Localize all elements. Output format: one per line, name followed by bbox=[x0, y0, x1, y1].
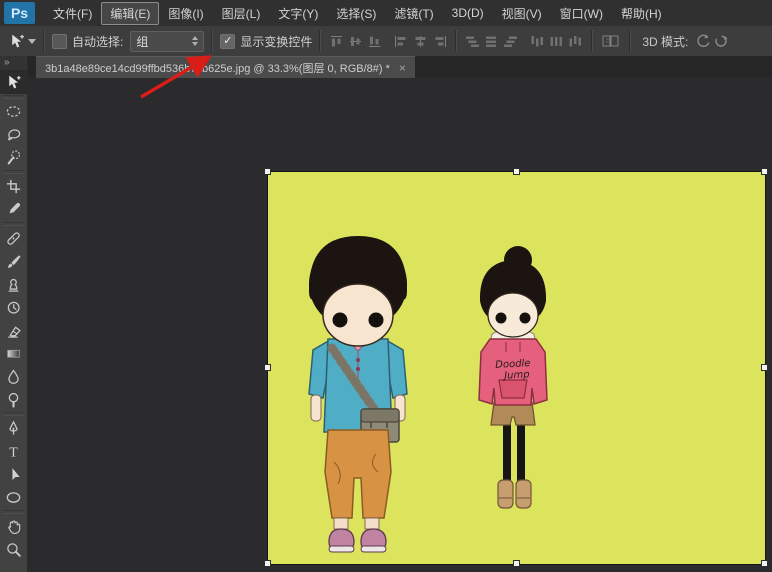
transform-handle-top-center[interactable] bbox=[513, 168, 520, 175]
chevron-down-icon bbox=[28, 39, 36, 44]
dropdown-value: 组 bbox=[136, 33, 148, 50]
menu-view[interactable]: 视图(V) bbox=[493, 2, 551, 25]
divider bbox=[3, 170, 24, 174]
tool-brush[interactable] bbox=[0, 250, 27, 273]
double-arrow-icon: » bbox=[4, 57, 11, 68]
tab-close-icon[interactable]: × bbox=[399, 61, 406, 75]
menu-bar: Ps 文件(F) 编辑(E) 图像(I) 图层(L) 文字(Y) 选择(S) 滤… bbox=[0, 0, 772, 27]
align-vertical-centers-icon[interactable] bbox=[347, 34, 364, 49]
divider bbox=[455, 30, 457, 52]
tool-spot-healing-brush[interactable] bbox=[0, 227, 27, 250]
align-horizontal-centers-icon[interactable] bbox=[412, 34, 429, 49]
photoshop-window: Ps 文件(F) 编辑(E) 图像(I) 图层(L) 文字(Y) 选择(S) 滤… bbox=[0, 0, 772, 572]
boy-character bbox=[309, 236, 407, 552]
transform-handle-top-left[interactable] bbox=[264, 168, 271, 175]
transform-handle-bottom-right[interactable] bbox=[761, 560, 768, 567]
document-tab-title: 3b1a48e89ce14cd99ffbd536b7cb625e.jpg @ 3… bbox=[45, 60, 390, 76]
divider bbox=[3, 412, 24, 416]
tool-elliptical-marquee[interactable] bbox=[0, 100, 27, 123]
menu-filter[interactable]: 滤镜(T) bbox=[385, 2, 442, 25]
canvas-area[interactable]: Doodle Jump bbox=[28, 78, 772, 572]
document-tab[interactable]: 3b1a48e89ce14cd99ffbd536b7cb625e.jpg @ 3… bbox=[36, 56, 415, 78]
options-bar: 自动选择: 组 ✓ 显示变换控件 bbox=[0, 26, 772, 57]
distribute-buttons bbox=[464, 34, 584, 49]
photoshop-logo: Ps bbox=[4, 2, 35, 24]
auto-select-target-dropdown[interactable]: 组 bbox=[130, 31, 204, 52]
distribute-horizontal-centers-icon[interactable] bbox=[548, 34, 565, 49]
tool-lasso[interactable] bbox=[0, 123, 27, 146]
tool-path-selection[interactable] bbox=[0, 463, 27, 486]
auto-select-checkbox[interactable] bbox=[52, 34, 67, 49]
auto-align-layers-icon[interactable] bbox=[600, 33, 622, 49]
drawing-two-characters: Doodle Jump bbox=[268, 172, 765, 564]
show-transform-label: 显示变换控件 bbox=[240, 33, 312, 50]
tool-eyedropper[interactable] bbox=[0, 198, 27, 221]
tool-ellipse-shape[interactable] bbox=[0, 486, 27, 509]
show-transform-checkbox[interactable]: ✓ bbox=[220, 34, 235, 49]
tool-blur[interactable] bbox=[0, 365, 27, 388]
tool-dodge[interactable] bbox=[0, 388, 27, 411]
girl-character: Doodle Jump bbox=[479, 246, 547, 508]
auto-select-option[interactable]: 自动选择: bbox=[52, 33, 123, 50]
dropdown-stepper-icon bbox=[192, 36, 198, 46]
divider bbox=[3, 222, 24, 226]
align-bottom-edges-icon[interactable] bbox=[366, 34, 383, 49]
divider bbox=[43, 30, 45, 52]
transform-handle-bottom-left[interactable] bbox=[264, 560, 271, 567]
divider bbox=[629, 30, 631, 52]
document-image[interactable]: Doodle Jump bbox=[268, 172, 765, 564]
tool-preset-picker[interactable] bbox=[8, 33, 36, 50]
document-tab-bar: 3b1a48e89ce14cd99ffbd536b7cb625e.jpg @ 3… bbox=[28, 56, 772, 78]
tool-pen[interactable] bbox=[0, 417, 27, 440]
menu-edit[interactable]: 编辑(E) bbox=[101, 2, 159, 25]
tool-quick-selection[interactable] bbox=[0, 146, 27, 169]
divider bbox=[319, 30, 321, 52]
hoodie-text-line2: Jump bbox=[502, 369, 530, 381]
align-top-edges-icon[interactable] bbox=[328, 34, 345, 49]
transform-handle-middle-right[interactable] bbox=[761, 364, 768, 371]
tool-hand[interactable] bbox=[0, 515, 27, 538]
menu-type[interactable]: 文字(Y) bbox=[269, 2, 327, 25]
toolbar-collapse-button[interactable]: » bbox=[0, 56, 27, 71]
tool-crop[interactable] bbox=[0, 175, 27, 198]
3d-roll-icon[interactable] bbox=[712, 33, 730, 49]
tool-gradient[interactable] bbox=[0, 342, 27, 365]
menu-layer[interactable]: 图层(L) bbox=[213, 2, 270, 25]
tool-history-brush[interactable] bbox=[0, 296, 27, 319]
align-buttons bbox=[328, 34, 448, 49]
auto-select-label: 自动选择: bbox=[72, 33, 123, 50]
checkmark-icon: ✓ bbox=[223, 36, 232, 47]
tool-zoom[interactable] bbox=[0, 538, 27, 561]
3d-orbit-icon[interactable] bbox=[694, 33, 712, 49]
divider bbox=[3, 95, 24, 99]
menu-window[interactable]: 窗口(W) bbox=[551, 2, 612, 25]
transform-handle-top-right[interactable] bbox=[761, 168, 768, 175]
distribute-bottom-edges-icon[interactable] bbox=[502, 34, 519, 49]
menu-file[interactable]: 文件(F) bbox=[44, 2, 101, 25]
transform-handle-bottom-center[interactable] bbox=[513, 560, 520, 567]
distribute-left-edges-icon[interactable] bbox=[529, 34, 546, 49]
distribute-vertical-centers-icon[interactable] bbox=[483, 34, 500, 49]
svg-text:T: T bbox=[9, 444, 18, 459]
menu-image[interactable]: 图像(I) bbox=[159, 2, 212, 25]
move-tool-icon bbox=[8, 33, 25, 50]
menu-help[interactable]: 帮助(H) bbox=[612, 2, 671, 25]
tools-panel: » bbox=[0, 56, 28, 572]
menu-3d[interactable]: 3D(D) bbox=[443, 3, 493, 23]
divider bbox=[211, 30, 213, 52]
divider bbox=[591, 30, 593, 52]
menu-select[interactable]: 选择(S) bbox=[327, 2, 385, 25]
divider bbox=[3, 510, 24, 514]
3d-mode-label: 3D 模式: bbox=[642, 33, 688, 50]
align-right-edges-icon[interactable] bbox=[431, 34, 448, 49]
distribute-top-edges-icon[interactable] bbox=[464, 34, 481, 49]
align-left-edges-icon[interactable] bbox=[393, 34, 410, 49]
tool-eraser[interactable] bbox=[0, 319, 27, 342]
transform-handle-middle-left[interactable] bbox=[264, 364, 271, 371]
show-transform-option[interactable]: ✓ 显示变换控件 bbox=[220, 33, 312, 50]
distribute-right-edges-icon[interactable] bbox=[567, 34, 584, 49]
tool-clone-stamp[interactable] bbox=[0, 273, 27, 296]
tool-type[interactable]: T bbox=[0, 440, 27, 463]
tool-move[interactable] bbox=[0, 71, 27, 94]
